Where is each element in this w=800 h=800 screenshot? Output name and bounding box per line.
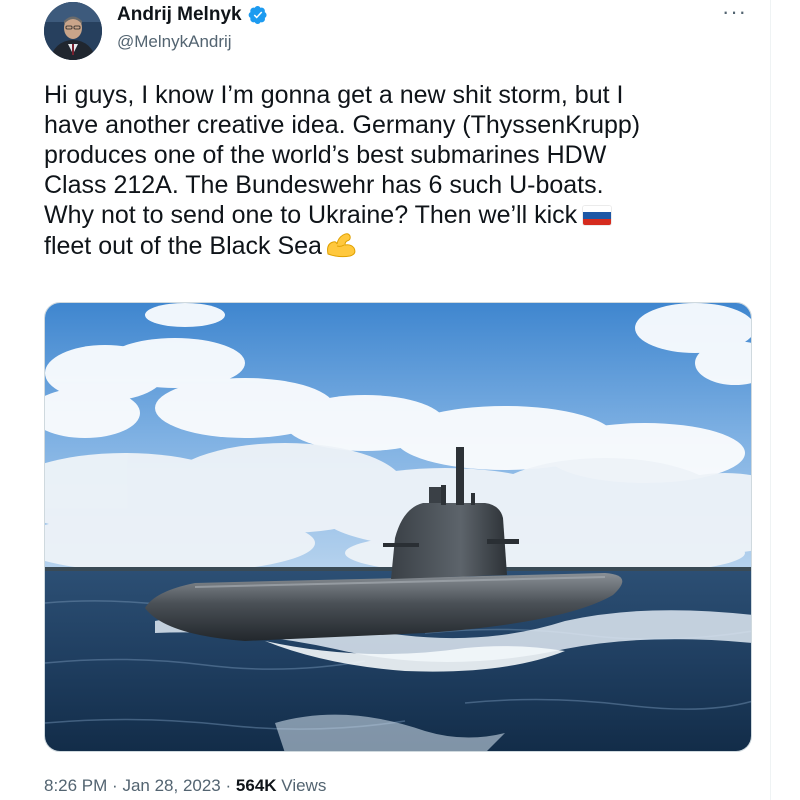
column-divider (770, 0, 771, 800)
views-label: Views (281, 776, 327, 795)
tweet-text-line: have another creative idea. Germany (Thy… (44, 111, 641, 139)
tweet-text-line: fleet out of the Black Sea (44, 232, 322, 260)
submarine-photo (45, 303, 751, 751)
tweet-time[interactable]: 8:26 PM (44, 776, 107, 795)
author-handle[interactable]: @MelnykAndrij (117, 32, 268, 52)
meta-separator: · (112, 776, 118, 795)
tweet-text-line: Class 212A. The Bundeswehr has 6 such U-… (44, 171, 604, 199)
author-block: Andrij Melnyk @MelnykAndrij (117, 4, 268, 52)
tweet-text-line: Why not to send one to Ukraine? Then we’… (44, 201, 578, 229)
tweet-text-line: Hi guys, I know I’m gonna get a new shit… (44, 81, 624, 109)
tweet-text: Hi guys, I know I’m gonna get a new shit… (44, 80, 744, 265)
author-name-row: Andrij Melnyk (117, 4, 268, 26)
avatar[interactable] (44, 2, 102, 60)
tweet-text-line-with-emoji: fleet out of the Black Sea (44, 230, 744, 265)
tweet-text-line-with-flag: Why not to send one to Ukraine? Then we’… (44, 200, 744, 230)
meta-separator: · (225, 776, 232, 795)
views-count: 564K (235, 776, 277, 795)
avatar-photo (44, 2, 102, 60)
more-options-icon[interactable]: ··· (722, 1, 747, 23)
tweet-image-submarine[interactable] (44, 302, 752, 752)
verified-badge-icon (248, 5, 268, 25)
tweet-card: Andrij Melnyk @MelnykAndrij ··· Hi guys,… (0, 0, 800, 800)
tweet-meta: 8:26 PM · Jan 28, 2023 · 564K Views (44, 776, 326, 796)
flexed-biceps-icon (324, 230, 358, 265)
russia-flag-icon (583, 206, 612, 225)
tweet-date[interactable]: Jan 28, 2023 (122, 776, 220, 795)
tweet-text-line: produces one of the world’s best submari… (44, 141, 607, 169)
author-name[interactable]: Andrij Melnyk (117, 4, 242, 26)
